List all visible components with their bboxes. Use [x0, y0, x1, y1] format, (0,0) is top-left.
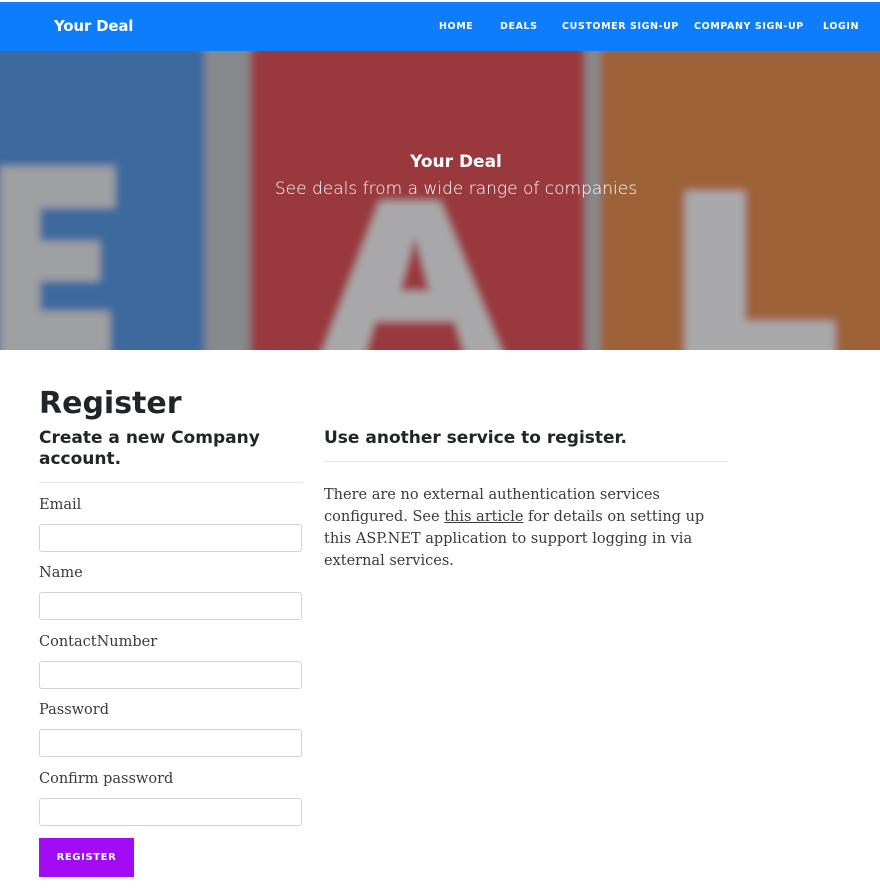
brand-link[interactable]: Your Deal: [54, 17, 133, 35]
this-article-link[interactable]: this article: [444, 509, 523, 525]
hero-title: Your Deal: [410, 152, 502, 172]
hero-background-image: [0, 51, 880, 350]
email-input[interactable]: [39, 524, 302, 552]
register-form-section: Create a new Company account.: [39, 428, 302, 483]
contact-number-label: ContactNumber: [39, 634, 158, 650]
hero-banner: Your Deal See deals from a wide range of…: [0, 51, 880, 350]
external-title: Use another service to register.: [324, 428, 627, 448]
form-title: Create a new Company account.: [39, 428, 260, 469]
top-navbar: Your Deal HOME DEALS CUSTOMER SIGN-UP CO…: [0, 2, 880, 51]
nav-link-home[interactable]: HOME: [439, 21, 473, 32]
page-title: Register: [39, 386, 182, 421]
contact-number-input[interactable]: [39, 661, 302, 689]
password-input[interactable]: [39, 729, 302, 757]
nav-link-company-sign-up[interactable]: COMPANY SIGN-UP: [694, 21, 804, 32]
form-divider: [39, 482, 302, 483]
nav-link-customer-sign-up[interactable]: CUSTOMER SIGN-UP: [562, 21, 679, 32]
register-button[interactable]: REGISTER: [39, 838, 134, 877]
external-divider: [324, 461, 728, 462]
nav-link-deals[interactable]: DEALS: [500, 21, 538, 32]
confirm-password-input[interactable]: [39, 798, 302, 826]
nav-link-login[interactable]: LOGIN: [823, 21, 859, 32]
email-label: Email: [39, 497, 82, 513]
name-input[interactable]: [39, 592, 302, 620]
external-login-section: Use another service to register. There a…: [324, 428, 728, 572]
external-info-text: There are no external authentication ser…: [324, 484, 728, 572]
password-label: Password: [39, 702, 109, 718]
confirm-password-label: Confirm password: [39, 771, 174, 787]
hero-subtitle: See deals from a wide range of companies: [274, 179, 638, 199]
name-label: Name: [39, 565, 83, 581]
